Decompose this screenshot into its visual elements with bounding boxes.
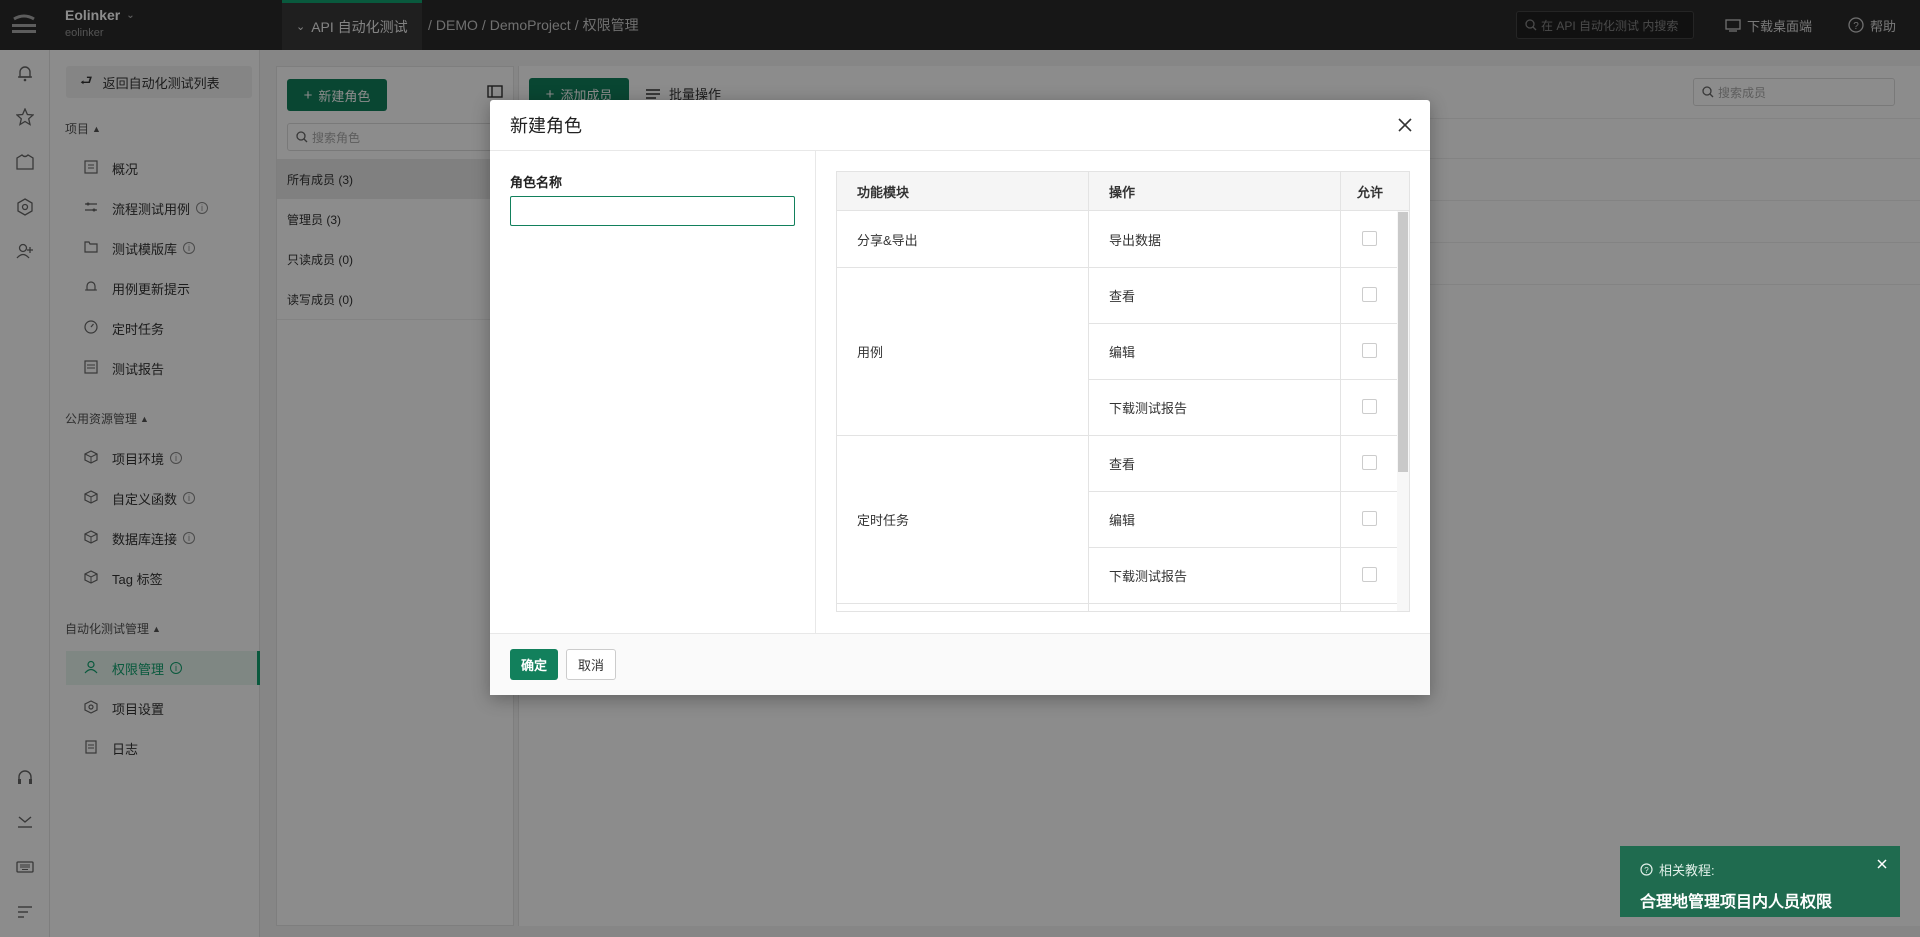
operation-cell: 查看	[1109, 288, 1136, 304]
close-icon[interactable]	[1874, 856, 1890, 872]
operation-cell: 编辑	[1109, 512, 1136, 528]
divider	[837, 603, 1397, 604]
table-header: 功能模块 操作 允许	[837, 172, 1409, 211]
operation-cell: 查看	[1109, 456, 1136, 472]
confirm-button[interactable]: 确定	[510, 649, 558, 680]
operation-cell: 编辑	[1109, 344, 1136, 360]
operation-cell: 下载测试报告	[1109, 400, 1188, 416]
tutorial-toast[interactable]: ? 相关教程: 合理地管理项目内人员权限	[1620, 846, 1900, 917]
toast-subtitle: ? 相关教程:	[1640, 860, 1715, 879]
allow-checkbox[interactable]	[1362, 511, 1377, 526]
scrollbar-thumb[interactable]	[1398, 212, 1408, 472]
allow-checkbox[interactable]	[1362, 567, 1377, 582]
divider	[1340, 172, 1341, 611]
module-cell: 分享&导出	[857, 232, 918, 248]
dialog-header: 新建角色	[490, 100, 1430, 151]
permission-table: 功能模块 操作 允许 分享&导出 用例 定时任务 导出数据 查看 编辑 下载测试…	[836, 171, 1410, 612]
column-header: 操作	[1109, 185, 1136, 200]
module-cell: 用例	[857, 344, 884, 360]
new-role-dialog: 新建角色 角色名称 功能模块 操作 允许 分享&导出 用例 定时任务 导出数据 …	[490, 100, 1430, 695]
operation-cell: 导出数据	[1109, 232, 1162, 248]
toast-title[interactable]: 合理地管理项目内人员权限	[1640, 888, 1832, 912]
role-name-label: 角色名称	[510, 175, 563, 190]
operation-cell: 下载测试报告	[1109, 568, 1188, 584]
role-form: 角色名称	[490, 151, 816, 633]
cancel-button[interactable]: 取消	[566, 649, 616, 680]
allow-checkbox[interactable]	[1362, 455, 1377, 470]
allow-checkbox[interactable]	[1362, 231, 1377, 246]
dialog-title: 新建角色	[510, 116, 582, 136]
role-name-input[interactable]	[510, 196, 795, 226]
column-header: 功能模块	[857, 185, 910, 200]
dialog-footer: 确定 取消	[490, 633, 1430, 695]
allow-checkbox[interactable]	[1362, 343, 1377, 358]
allow-checkbox[interactable]	[1362, 287, 1377, 302]
module-cell: 定时任务	[857, 512, 910, 528]
column-header: 允许	[1357, 185, 1384, 200]
svg-text:?: ?	[1644, 866, 1649, 875]
help-icon: ?	[1640, 863, 1653, 876]
allow-checkbox[interactable]	[1362, 399, 1377, 414]
divider	[1088, 172, 1089, 611]
close-icon[interactable]	[1394, 114, 1416, 136]
